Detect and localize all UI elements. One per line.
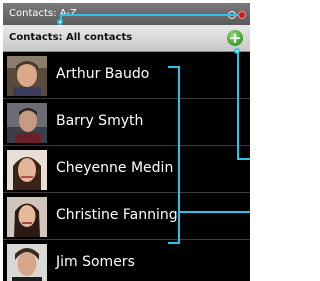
add-contact-button[interactable]: + — [227, 30, 243, 46]
phone-screen: Contacts: A-Z Contacts: All contacts + A… — [3, 3, 250, 281]
avatar[interactable] — [7, 197, 47, 237]
contact-row[interactable]: Arthur Baudo — [3, 52, 250, 99]
callout-line-filter — [60, 14, 238, 16]
contact-list[interactable]: Arthur Baudo Barry Smyth Cheyenne Medin … — [3, 52, 250, 281]
filter-label: Contacts: All contacts — [9, 32, 133, 43]
contact-row[interactable]: Barry Smyth — [3, 99, 250, 146]
callout-end-add — [234, 48, 240, 54]
avatar[interactable] — [7, 244, 47, 281]
contact-name: Christine Fanning — [56, 207, 178, 223]
contacts-filter-header[interactable]: Contacts: All contacts + — [3, 25, 250, 52]
contact-row[interactable]: Jim Somers — [3, 240, 250, 281]
callout-line-list — [178, 66, 180, 244]
callout-line-list — [168, 242, 180, 244]
callout-line-list — [178, 211, 250, 213]
contact-row[interactable]: Cheyenne Medin — [3, 146, 250, 193]
contact-name: Arthur Baudo — [56, 66, 150, 82]
contact-name: Jim Somers — [56, 254, 135, 270]
notification-dot-icon — [238, 11, 246, 19]
avatar[interactable] — [7, 56, 47, 96]
callout-line-add — [237, 53, 239, 160]
plus-icon: + — [228, 29, 242, 47]
callout-line-add — [237, 158, 250, 160]
avatar[interactable] — [7, 150, 47, 190]
contact-name: Cheyenne Medin — [56, 160, 174, 176]
contact-row[interactable]: Christine Fanning — [3, 193, 250, 240]
callout-end-filter — [57, 19, 63, 25]
contact-name: Barry Smyth — [56, 113, 144, 129]
avatar[interactable] — [7, 103, 47, 143]
